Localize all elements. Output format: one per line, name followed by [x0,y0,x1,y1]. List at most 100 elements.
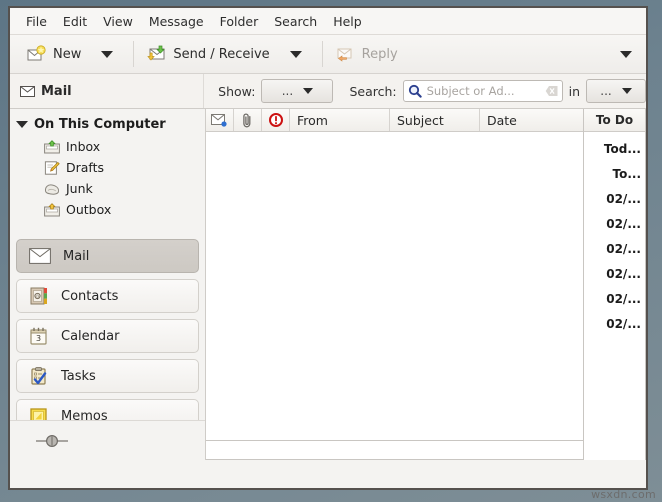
message-preview-pane [206,441,584,460]
chevron-down-icon [621,88,632,94]
reply-button: Reply [329,42,404,66]
todo-item[interactable]: 02/... [584,211,645,236]
message-pane: From Subject Date [206,109,584,460]
toolbar-overflow-arrow[interactable] [620,50,632,58]
folder-item-outbox[interactable]: Outbox [14,199,205,220]
folder-item-label: Junk [66,181,93,196]
todo-item[interactable]: 02/... [584,311,645,336]
message-list[interactable]: From Subject Date [206,109,584,441]
menu-item-search[interactable]: Search [266,11,325,32]
sidebar-bottom-bar [10,420,205,460]
desktop-background: File Edit View Message Folder Search Hel… [0,0,662,502]
column-read-status[interactable] [206,109,234,131]
sidebar-item-calendar[interactable]: 3 Calendar [16,319,199,353]
menu-item-file[interactable]: File [18,11,55,32]
toolbar: New Send / Receive Reply [10,35,646,74]
toolbar-group-reply: Reply [329,40,404,68]
todo-item[interactable]: 02/... [584,186,645,211]
clear-icon[interactable] [545,85,558,97]
todo-item[interactable]: To... [584,161,645,186]
todo-header: To Do [584,109,645,132]
menu-item-message[interactable]: Message [141,11,212,32]
column-attachment[interactable] [234,109,262,131]
toolbar-separator-2 [321,41,323,67]
tasks-icon [29,367,49,385]
sidebar-item-label: Mail [63,248,90,264]
contacts-icon: @ [29,287,49,305]
mail-icon [29,248,51,264]
toolbar-separator-1 [133,41,135,67]
send-receive-icon [146,45,166,63]
chevron-down-icon [303,88,314,94]
sidebar-item-memos[interactable]: Memos [16,399,199,420]
outbox-icon [44,202,60,217]
search-label: Search: [349,83,397,99]
folder-item-drafts[interactable]: Drafts [14,157,205,178]
drafts-icon [44,160,60,175]
sidebar-item-mail[interactable]: Mail [16,239,199,273]
drag-handle-icon[interactable] [34,434,70,448]
menu-item-edit[interactable]: Edit [55,11,95,32]
todo-list[interactable]: Tod... To... 02/... 02/... 02/... 02/...… [584,132,645,460]
column-from[interactable]: From [290,109,390,131]
folder-tree-root[interactable]: On This Computer [14,115,205,136]
folder-item-label: Inbox [66,139,101,154]
application-window: File Edit View Message Folder Search Hel… [8,6,648,490]
expander-triangle-icon[interactable] [16,121,28,128]
show-dropdown-value: ... [281,84,294,98]
new-dropdown-arrow[interactable] [101,50,114,58]
show-label: Show: [218,83,256,99]
menu-item-help[interactable]: Help [325,11,370,32]
column-subject[interactable]: Subject [390,109,480,131]
reply-icon [335,45,355,63]
read-status-icon [211,113,228,127]
column-date[interactable]: Date [480,109,583,131]
message-list-header: From Subject Date [206,109,583,132]
sidebar-item-label: Contacts [61,288,119,304]
column-priority[interactable] [262,109,290,131]
todo-item[interactable]: Tod... [584,136,645,161]
status-bar [10,460,646,488]
menubar: File Edit View Message Folder Search Hel… [10,8,646,35]
toolbar-group-new: New [20,40,127,68]
menu-item-folder[interactable]: Folder [212,11,267,32]
search-scope-value: ... [600,84,612,98]
sidebar-item-label: Tasks [61,368,96,384]
new-button-label: New [53,46,82,62]
folder-item-junk[interactable]: Junk [14,178,205,199]
calendar-icon: 3 [29,327,49,345]
send-receive-button[interactable]: Send / Receive [140,42,275,66]
memos-icon [29,407,49,420]
todo-item[interactable]: 02/... [584,261,645,286]
attachment-icon [242,112,253,128]
search-input-placeholder: Subject or Ad... [426,84,515,98]
page-title: Mail [41,83,72,99]
search-scope-dropdown[interactable]: ... [586,79,646,103]
junk-icon [44,182,60,196]
sidebar-item-contacts[interactable]: @ Contacts [16,279,199,313]
new-message-icon [26,45,46,63]
priority-icon [268,113,283,127]
send-receive-button-label: Send / Receive [173,46,270,62]
send-receive-dropdown-arrow[interactable] [289,50,302,58]
folder-tree: On This Computer Inbox Drafts Junk Outbo… [10,109,205,235]
magnifier-icon [408,84,422,98]
svg-text:@: @ [36,294,40,299]
folder-item-label: Outbox [66,202,112,217]
folder-item-inbox[interactable]: Inbox [14,136,205,157]
sidebar-item-tasks[interactable]: Tasks [16,359,199,393]
view-title-area: Mail [10,74,205,108]
envelope-icon [20,85,35,97]
message-list-rows[interactable] [206,132,583,440]
new-button[interactable]: New [20,42,87,66]
show-dropdown[interactable]: ... [261,79,334,103]
todo-pane: To Do Tod... To... 02/... 02/... 02/... … [584,109,646,460]
search-bar: Mail Show: ... Search: Subject or Ad... … [10,74,646,109]
reply-button-label: Reply [361,46,398,62]
svg-text:3: 3 [36,334,41,343]
todo-item[interactable]: 02/... [584,236,645,261]
search-input[interactable]: Subject or Ad... [402,80,563,102]
menu-item-view[interactable]: View [95,11,141,32]
inbox-icon [44,139,60,154]
todo-item[interactable]: 02/... [584,286,645,311]
